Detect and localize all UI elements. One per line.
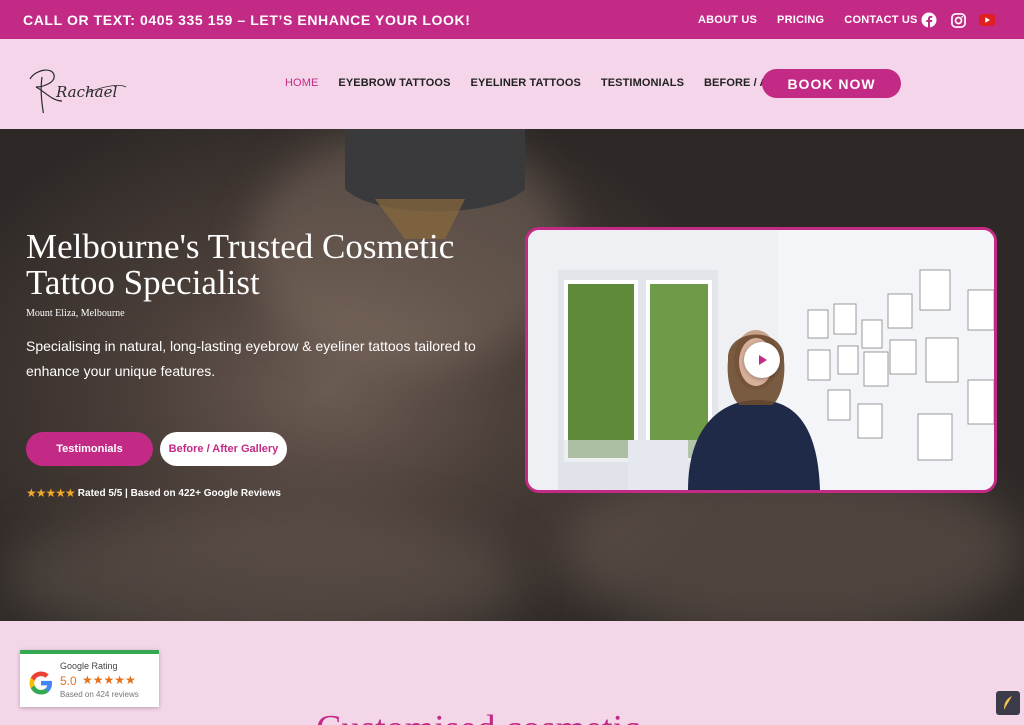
hero-title: Melbourne's Trusted Cosmetic Tattoo Spec… [26,227,455,302]
nav-item-eyebrow-tattoos[interactable]: EYEBROW TATTOOS [338,77,450,89]
instagram-icon[interactable] [950,12,966,28]
video-player[interactable] [525,227,997,493]
hero-bg-shape [0,509,520,621]
hero-location: Mount Eliza, Melbourne [26,308,125,319]
logo[interactable]: Rachael [22,57,132,118]
top-bar: CALL OR TEXT: 0405 335 159 – LET’S ENHAN… [0,0,1024,39]
youtube-icon[interactable] [979,12,995,28]
facebook-icon[interactable] [921,12,937,28]
top-links: ABOUT US PRICING CONTACT US [698,14,918,26]
google-rating-title: Google Rating [60,661,118,671]
nav-menu: HOME EYEBROW TATTOOS EYELINER TATTOOS TE… [285,77,797,89]
before-after-gallery-button[interactable]: Before / After Gallery [160,432,287,466]
testimonials-button[interactable]: Testimonials [26,432,153,466]
play-icon[interactable] [744,342,780,378]
hero-description: Specialising in natural, long-lasting ey… [26,338,476,379]
top-link-about[interactable]: ABOUT US [698,14,757,26]
nav-item-testimonials[interactable]: TESTIMONIALS [601,77,684,89]
hero-section: Melbourne's Trusted Cosmetic Tattoo Spec… [0,129,1024,621]
feather-icon[interactable] [996,691,1020,715]
google-rating-widget[interactable]: Google Rating 5.0 ★★★★★ Based on 424 rev… [20,650,159,707]
main-nav: Rachael HOME EYEBROW TATTOOS EYELINER TA… [0,39,1024,129]
promo-text: CALL OR TEXT: 0405 335 159 – LET’S ENHAN… [23,12,471,28]
section-heading: Customised cosmetic [316,707,640,725]
hero-rating: ★★★★★ Rated 5/5 | Based on 422+ Google R… [26,486,281,500]
top-link-pricing[interactable]: PRICING [777,14,824,26]
nav-item-eyeliner-tattoos[interactable]: EYELINER TATTOOS [471,77,581,89]
book-now-button[interactable]: BOOK NOW [762,69,901,98]
nav-item-home[interactable]: HOME [285,77,318,89]
star-icons: ★★★★★ [26,486,76,500]
google-rating-score: 5.0 [60,674,77,688]
google-icon [29,671,52,695]
google-rating-stars: ★★★★★ [82,673,136,687]
google-rating-reviews: Based on 424 reviews [60,690,139,699]
top-link-contact[interactable]: CONTACT US [844,14,917,26]
rating-text: Rated 5/5 | Based on 422+ Google Reviews [77,487,281,499]
logo-text: Rachael [55,83,117,101]
